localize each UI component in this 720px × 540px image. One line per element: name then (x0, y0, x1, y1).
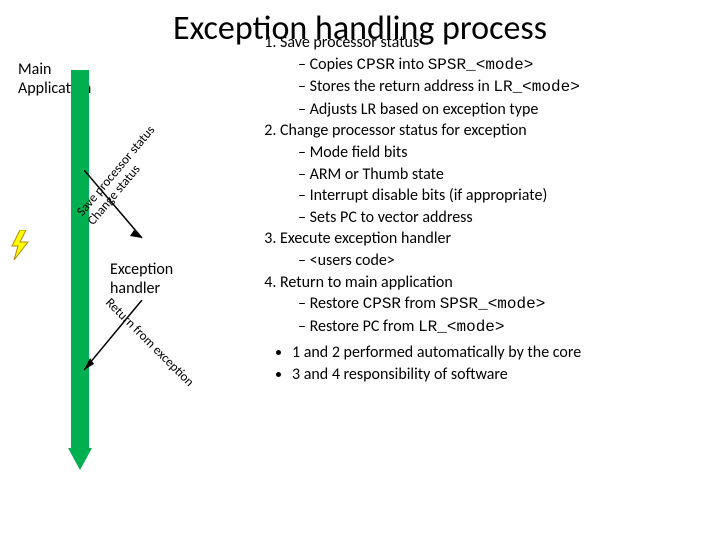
step-1b: Stores the return address in LR_<mode> (298, 76, 708, 99)
lightning-bolt-icon (6, 230, 36, 260)
s1a-m1: CPSR (356, 56, 394, 74)
s1a-pre: Copies (310, 55, 357, 74)
step-1c: Adjusts LR based on exception type (298, 99, 708, 121)
s1a-mid: into (395, 55, 428, 74)
step-2b: ARM or Thumb state (298, 164, 708, 186)
step-2d: Sets PC to vector address (298, 207, 708, 229)
s1b-m: LR_<mode> (493, 78, 579, 96)
step-1-text: Save processor status (280, 33, 419, 52)
step-3a: <users code> (298, 250, 708, 272)
exception-handler-label: Exception handler (110, 260, 173, 298)
step-2: Change processor status for exception Mo… (280, 120, 708, 228)
s4a-mid: from (401, 294, 440, 313)
s1a-m2: SPSR_<mode> (428, 56, 534, 74)
step-4b: Restore PC from LR_<mode> (298, 316, 708, 339)
s4b-m: LR_<mode> (418, 318, 504, 336)
main-flow-arrow (68, 70, 92, 470)
step-2-text: Change processor status for exception (280, 121, 527, 140)
s4b-pre: Restore PC from (310, 317, 418, 336)
exc-line2: handler (110, 279, 173, 298)
s4a-m2: SPSR_<mode> (440, 295, 546, 313)
step-4a: Restore CPSR from SPSR_<mode> (298, 293, 708, 316)
step-2a: Mode field bits (298, 142, 708, 164)
s4a-pre: Restore (310, 294, 363, 313)
step-1a: Copies CPSR into SPSR_<mode> (298, 54, 708, 77)
step-2c: Interrupt disable bits (if appropriate) (298, 185, 708, 207)
note-2: 3 and 4 responsibility of software (292, 364, 708, 386)
step-1: Save processor status Copies CPSR into S… (280, 32, 708, 120)
exc-line1: Exception (110, 260, 173, 279)
s1b-pre: Stores the return address in (310, 77, 494, 96)
steps-panel: Save processor status Copies CPSR into S… (260, 32, 708, 386)
step-3: Execute exception handler <users code> (280, 228, 708, 271)
s4a-m1: CPSR (363, 295, 401, 313)
step-4: Return to main application Restore CPSR … (280, 272, 708, 339)
step-4-text: Return to main application (280, 273, 453, 292)
note-1: 1 and 2 performed automatically by the c… (292, 342, 708, 364)
step-3-text: Execute exception handler (280, 229, 451, 248)
